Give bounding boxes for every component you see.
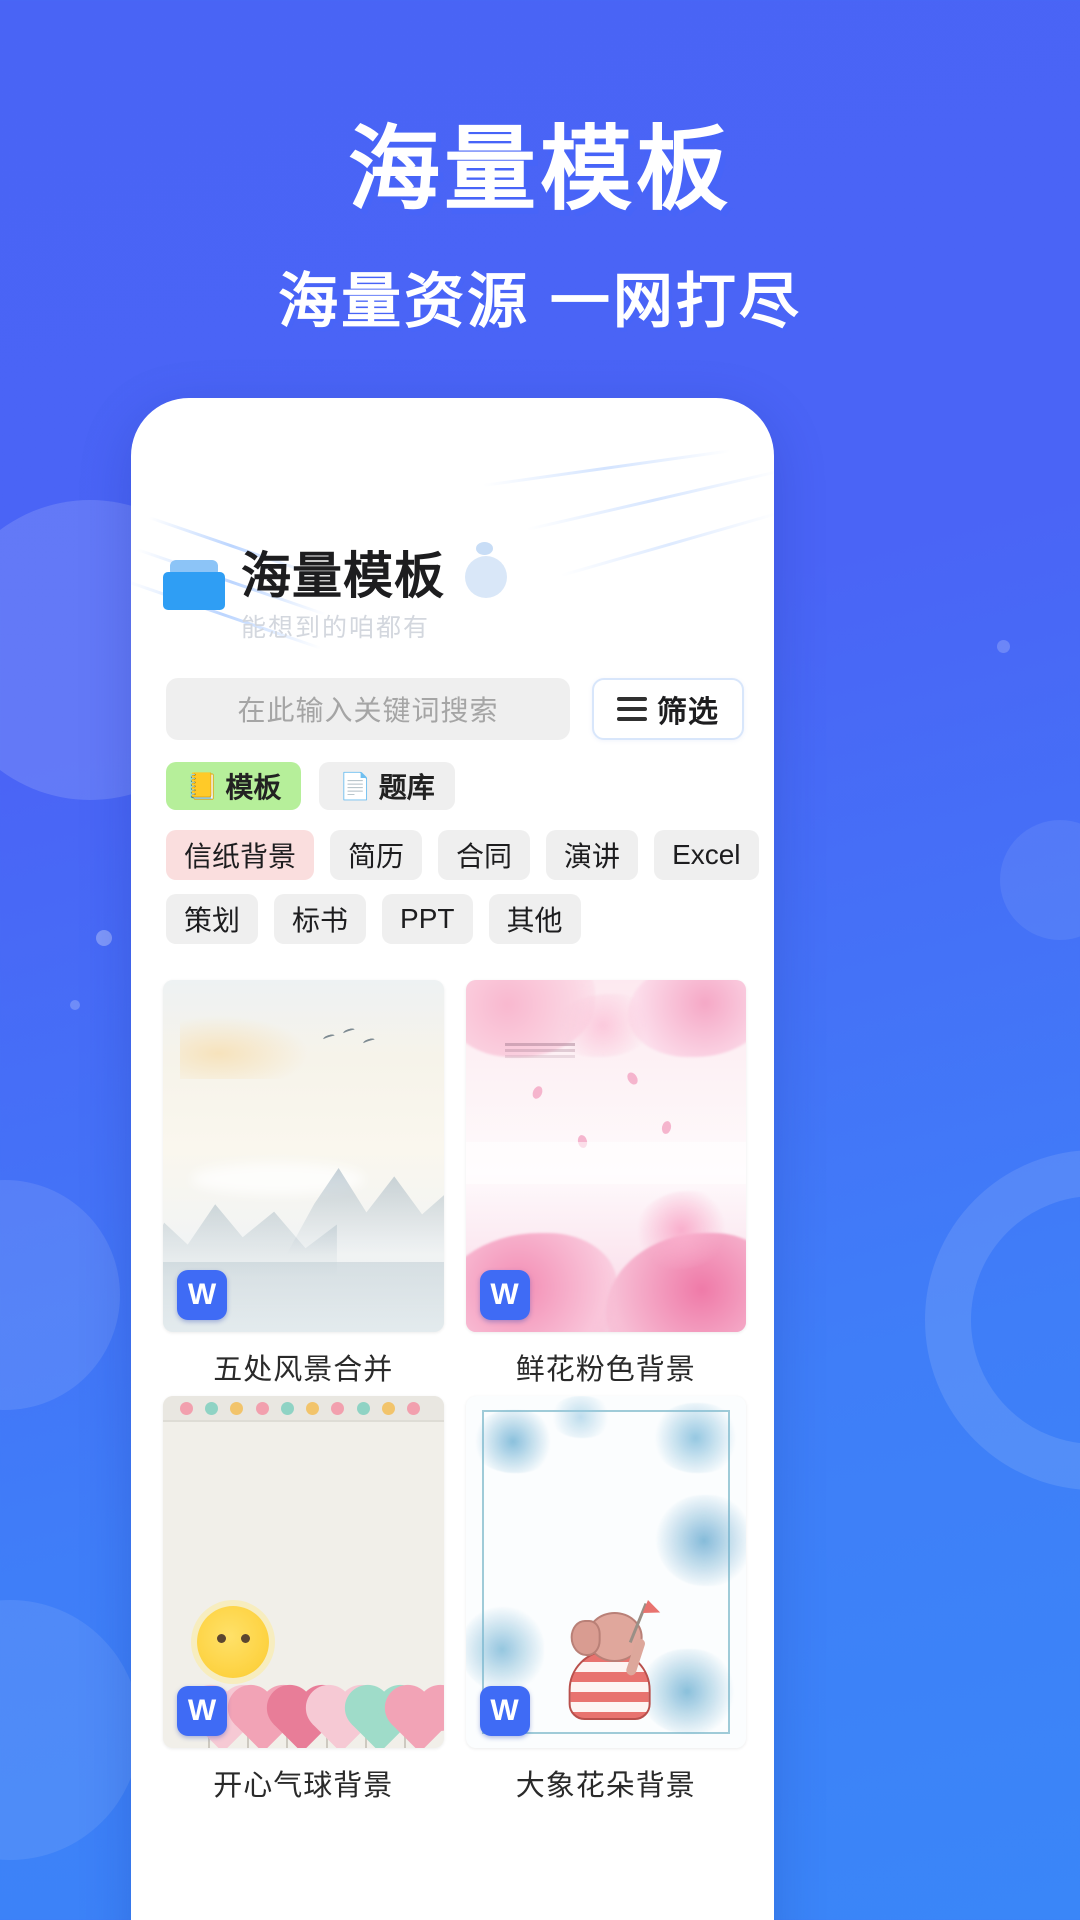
category-row-1: 信纸背景 简历 合同 演讲 Excel 报告: [166, 830, 759, 880]
category-chip-other[interactable]: 其他: [488, 894, 581, 944]
app-title-block: 海量模板 能想到的咱都有: [241, 542, 507, 644]
template-title: 五处风景合并: [213, 1354, 394, 1386]
notebook-icon: 📒: [186, 771, 219, 801]
type-tabs: 📒 模板 📄 题库: [131, 740, 774, 810]
hero-subtitle: 海量资源 一网打尽: [278, 267, 802, 335]
search-input[interactable]: 在此输入关键词搜索: [166, 678, 570, 740]
phone-mockup: 海量模板 能想到的咱都有 在此输入关键词搜索 筛选 📒 模板 📄 题库 信纸背景…: [131, 398, 774, 1920]
background-circle-bottom-left: [0, 1600, 140, 1860]
template-thumbnail[interactable]: W: [163, 1396, 444, 1748]
bunting-row: [163, 1402, 444, 1422]
tab-question-bank-label: 题库: [378, 772, 435, 803]
category-chip-letterhead[interactable]: 信纸背景: [166, 830, 315, 880]
category-chip-speech[interactable]: 演讲: [546, 830, 639, 880]
background-circle-right-small: [1000, 820, 1080, 940]
template-card[interactable]: W 大象花朵背景: [465, 1396, 746, 1804]
template-grid: W 五处风景合并 W 鲜花粉色背景 W 开心气球背景 W 大象花朵背景: [131, 958, 774, 1804]
background-dot-a: [96, 930, 112, 946]
category-chip-planning[interactable]: 策划: [166, 894, 259, 944]
document-icon: 📄: [339, 771, 372, 801]
category-chip-contract[interactable]: 合同: [438, 830, 531, 880]
template-title: 开心气球背景: [213, 1770, 394, 1802]
tab-templates-label: 模板: [225, 772, 282, 803]
template-card[interactable]: W 鲜花粉色背景: [465, 980, 746, 1388]
background-ring-right: [925, 1150, 1080, 1490]
app-title: 海量模板: [241, 548, 445, 604]
blue-box-folder-icon: [163, 560, 225, 610]
search-placeholder: 在此输入关键词搜索: [237, 695, 499, 726]
category-chip-ppt[interactable]: PPT: [382, 894, 473, 944]
background-dot-c: [997, 640, 1010, 653]
background-dot-b: [70, 1000, 80, 1010]
tab-question-bank[interactable]: 📄 题库: [319, 762, 455, 810]
template-title: 大象花朵背景: [515, 1770, 696, 1802]
background-circle-left-mid: [0, 1180, 120, 1410]
category-chip-resume[interactable]: 简历: [330, 830, 423, 880]
hero-section: 海量模板 海量资源 一网打尽: [0, 0, 1080, 340]
category-chip-excel[interactable]: Excel: [654, 830, 759, 880]
template-thumbnail[interactable]: W: [163, 980, 444, 1332]
hero-title: 海量模板: [347, 119, 732, 221]
word-badge: W: [177, 1270, 227, 1320]
decorative-bubble-small: [476, 542, 493, 555]
template-thumbnail[interactable]: W: [465, 980, 746, 1332]
category-chip-bid[interactable]: 标书: [274, 894, 367, 944]
filter-button-label: 筛选: [657, 696, 719, 729]
filter-button[interactable]: 筛选: [592, 678, 744, 740]
decorative-bubble-large: [465, 556, 507, 598]
category-row-2: 策划 标书 PPT 其他: [166, 894, 746, 944]
template-title: 鲜花粉色背景: [515, 1354, 696, 1386]
hamburger-icon: [617, 697, 647, 721]
app-tagline: 能想到的咱都有: [241, 614, 431, 642]
word-badge: W: [479, 1686, 530, 1736]
elephant-illustration: [552, 1602, 668, 1720]
app-header: 海量模板 能想到的咱都有: [131, 398, 774, 644]
word-badge: W: [479, 1270, 530, 1320]
template-card[interactable]: W 开心气球背景: [163, 1396, 444, 1804]
search-row: 在此输入关键词搜索 筛选: [131, 644, 774, 740]
word-badge: W: [177, 1686, 227, 1736]
template-thumbnail[interactable]: W: [465, 1396, 746, 1748]
category-filter-chips: 信纸背景 简历 合同 演讲 Excel 报告 策划 标书 PPT 其他: [131, 810, 774, 944]
tab-templates[interactable]: 📒 模板: [166, 762, 302, 810]
template-card[interactable]: W 五处风景合并: [163, 980, 444, 1388]
